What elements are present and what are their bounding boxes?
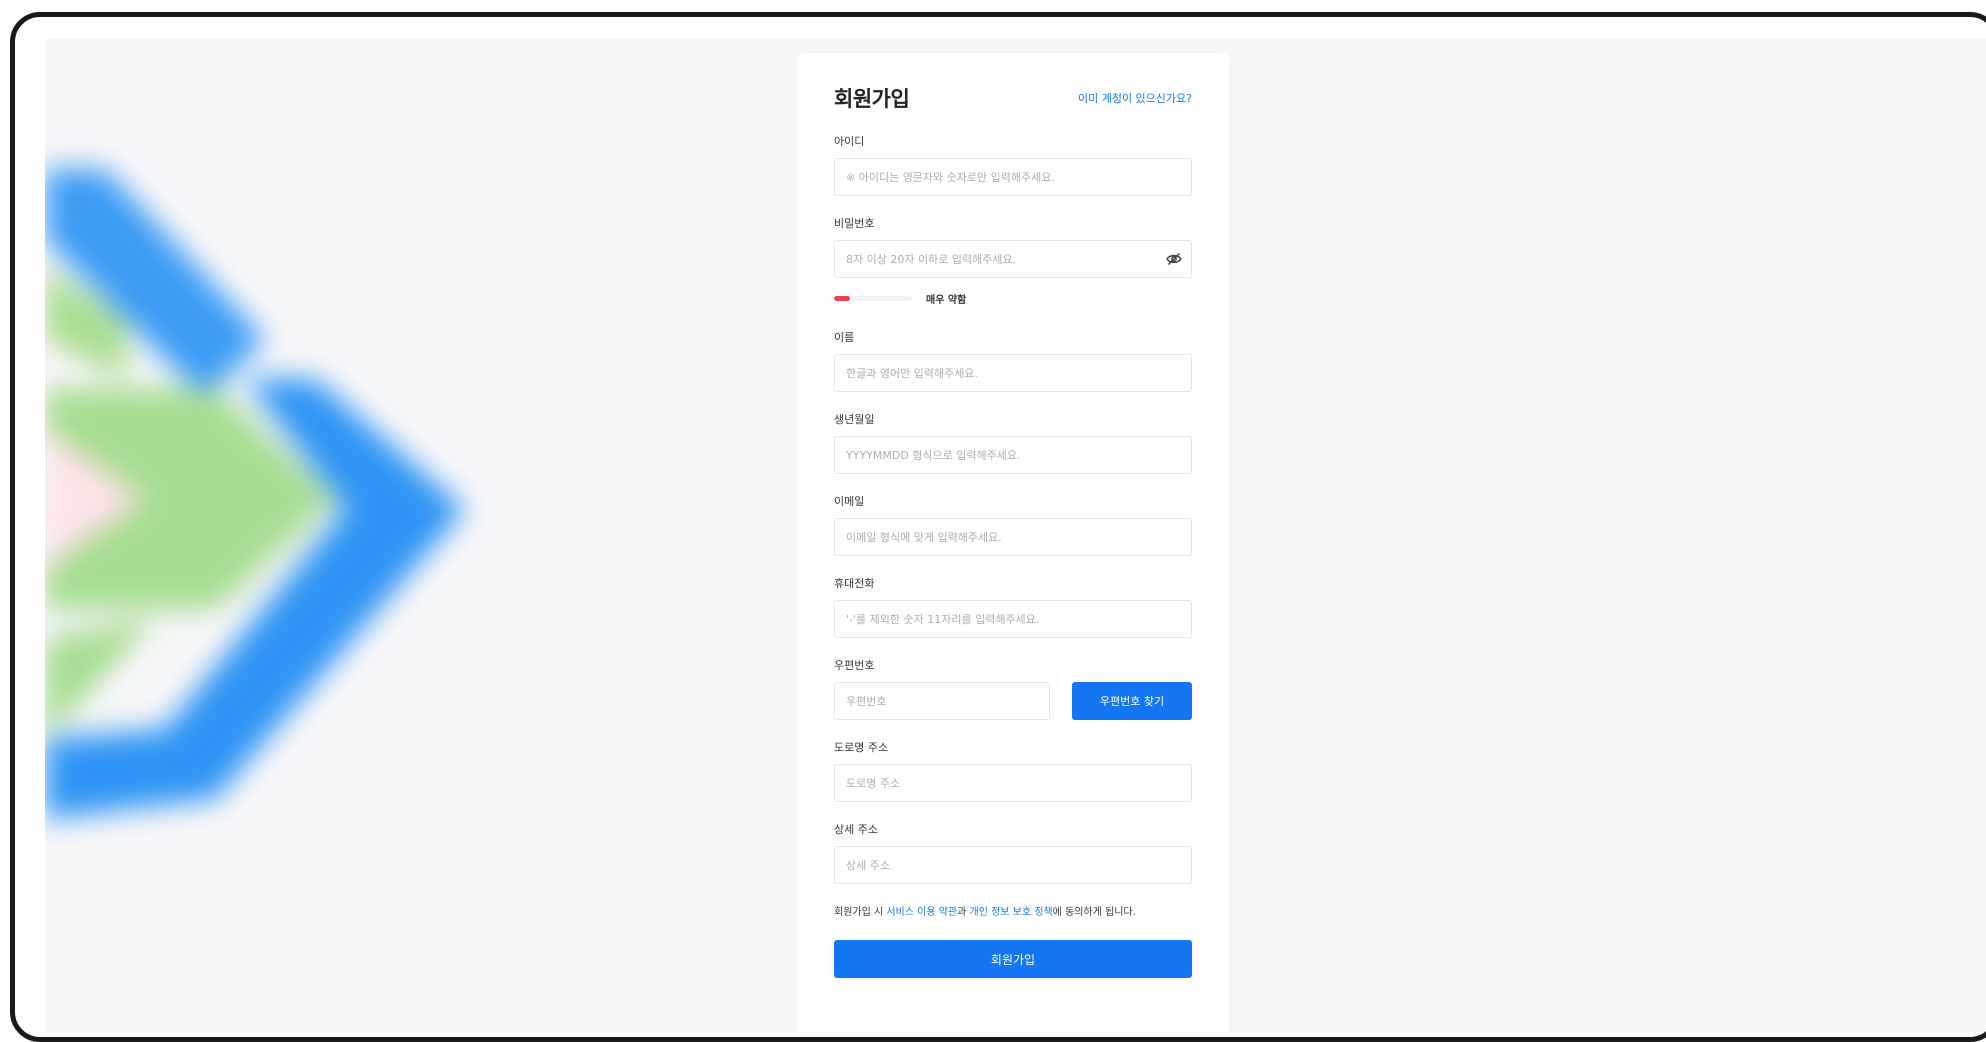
road-address-label: 도로명 주소: [834, 741, 889, 754]
agreement-middle: 과: [957, 907, 970, 918]
browser-frame: 회원가입 이미 계정이 있으신가요? 아이디 비밀번호: [10, 12, 1986, 1042]
strength-bar-fill: [834, 296, 850, 301]
birth-input[interactable]: [834, 436, 1192, 474]
terms-link[interactable]: 서비스 이용 약관: [886, 907, 957, 918]
road-address-input[interactable]: [834, 764, 1192, 802]
privacy-link[interactable]: 개인 정보 보호 정책: [970, 907, 1053, 918]
id-label: 아이디: [834, 135, 865, 148]
signup-form: 회원가입 이미 계정이 있으신가요? 아이디 비밀번호: [834, 83, 1192, 978]
email-field-group: 이메일: [834, 493, 1192, 556]
password-field-group: 비밀번호: [834, 215, 1192, 278]
name-field-group: 이름: [834, 329, 1192, 392]
zip-label: 우편번호: [834, 659, 875, 672]
id-field-group: 아이디: [834, 133, 1192, 196]
signup-card: 회원가입 이미 계정이 있으신가요? 아이디 비밀번호: [797, 53, 1229, 1032]
phone-input[interactable]: [834, 600, 1192, 638]
birth-field-group: 생년월일: [834, 411, 1192, 474]
phone-label: 휴대전화: [834, 577, 875, 590]
name-input[interactable]: [834, 354, 1192, 392]
zip-row: 우편번호 찾기: [834, 682, 1192, 720]
zip-input[interactable]: [834, 682, 1050, 720]
password-input[interactable]: [834, 240, 1192, 278]
signup-submit-button[interactable]: 회원가입: [834, 940, 1192, 978]
background-decoration: [45, 169, 465, 819]
strength-text: 매우 약함: [926, 295, 967, 306]
name-label: 이름: [834, 331, 855, 344]
birth-label: 생년월일: [834, 413, 875, 426]
email-label: 이메일: [834, 495, 865, 508]
detail-address-input[interactable]: [834, 846, 1192, 884]
detail-address-label: 상세 주소: [834, 823, 878, 836]
login-link[interactable]: 이미 계정이 있으신가요?: [1078, 90, 1192, 106]
page-viewport: 회원가입 이미 계정이 있으신가요? 아이디 비밀번호: [45, 39, 1986, 1032]
strength-bar: [834, 296, 912, 301]
password-wrapper: [834, 240, 1192, 278]
password-label: 비밀번호: [834, 217, 875, 230]
road-address-field-group: 도로명 주소: [834, 739, 1192, 802]
agreement-prefix: 회원가입 시: [834, 907, 887, 918]
find-zip-button[interactable]: 우편번호 찾기: [1072, 682, 1192, 720]
detail-address-field-group: 상세 주소: [834, 821, 1192, 884]
agreement-suffix: 에 동의하게 됩니다.: [1052, 907, 1136, 918]
form-header: 회원가입 이미 계정이 있으신가요?: [834, 83, 1192, 133]
page-title: 회원가입: [834, 87, 910, 111]
phone-field-group: 휴대전화: [834, 575, 1192, 638]
eye-off-icon[interactable]: [1166, 252, 1182, 266]
password-strength: 매우 약함: [834, 291, 1192, 307]
zip-field-group: 우편번호 우편번호 찾기: [834, 657, 1192, 720]
agreement-notice: 회원가입 시 서비스 이용 약관과 개인 정보 보호 정책에 동의하게 됩니다.: [834, 903, 1192, 918]
id-input[interactable]: [834, 158, 1192, 196]
email-input[interactable]: [834, 518, 1192, 556]
